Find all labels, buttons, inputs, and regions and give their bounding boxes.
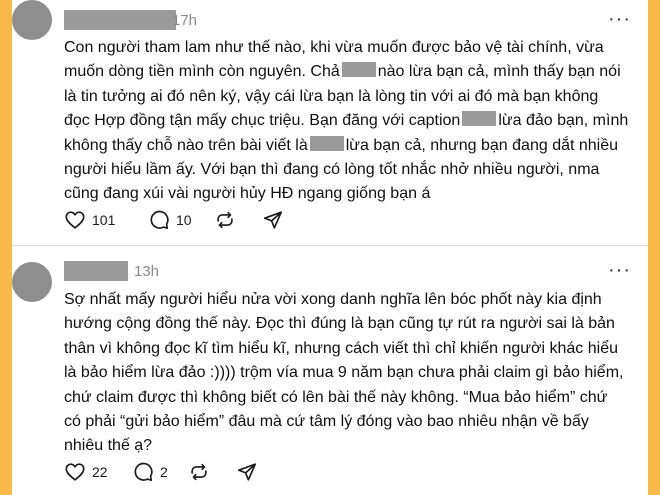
avatar[interactable] — [12, 262, 52, 302]
reply-button[interactable]: 2 — [132, 460, 168, 484]
reply-count: 2 — [160, 464, 168, 480]
text-line: nhiêu thế ạ? — [64, 437, 153, 455]
username-redacted[interactable] — [64, 261, 128, 281]
repost-icon — [217, 211, 233, 229]
post-time: 17h — [172, 12, 198, 29]
more-options-icon[interactable]: ··· — [608, 8, 631, 31]
post-time: 13h — [134, 263, 160, 280]
post-text: Con người tham lam như thế nào, khi vừa … — [64, 36, 634, 207]
heart-icon — [65, 463, 85, 481]
more-options-icon[interactable]: ··· — [608, 259, 631, 282]
repost-icon — [191, 463, 207, 481]
post-text: Sợ nhất mấy người hiểu nửa vời xong danh… — [64, 288, 634, 459]
share-button[interactable] — [262, 208, 284, 232]
text-line: cũng đang xúi vài người hủy HĐ ngang giố… — [64, 185, 431, 203]
text-line: có phải “gửi bảo hiểm” đâu mà cứ tâm lý … — [64, 413, 589, 431]
text-line: hướng cộng đồng thế này. Đọc thì đúng là… — [64, 315, 615, 333]
send-icon — [237, 463, 257, 481]
text-line: là tin tưởng ai đó nên ký, vậy cái lừa b… — [64, 87, 599, 105]
avatar[interactable] — [12, 0, 52, 40]
redacted-text — [462, 111, 497, 127]
text-line: Sợ nhất mấy người hiểu nửa vời xong danh… — [64, 291, 602, 308]
text-line: muốn dòng tiền mình còn nguyên. Chả nào l… — [64, 62, 621, 81]
text-line: thân vì không đọc kĩ tìm hiểu kĩ, nhưng … — [64, 339, 618, 357]
heart-icon — [65, 211, 85, 229]
redacted-text — [341, 62, 376, 78]
username-redacted[interactable] — [64, 10, 176, 30]
comment-icon — [150, 210, 169, 230]
text-line: Con người tham lam như thế nào, khi vừa … — [64, 39, 604, 56]
repost-button[interactable] — [188, 460, 210, 484]
like-button[interactable]: 101 — [64, 208, 115, 232]
redacted-text — [309, 135, 344, 151]
threads-feed: 17h ··· Con người tham lam như thế nào, … — [12, 0, 648, 495]
repost-button[interactable] — [214, 208, 236, 232]
share-button[interactable] — [236, 460, 258, 484]
send-icon — [263, 211, 283, 229]
text-line: người hiểu lầm ấy. Với bạn thì đang có l… — [64, 161, 600, 179]
text-line: chứ claim được thì không biết có lên bài… — [64, 388, 608, 406]
divider — [12, 245, 648, 246]
reply-button[interactable]: 10 — [148, 208, 192, 232]
comment-icon — [134, 462, 153, 482]
text-line: là bảo hiểm lừa đảo :)))) trộm vía mua 9… — [64, 364, 624, 382]
text-line: không thấy chỗ nào trên bài viết là lừa b… — [64, 135, 619, 154]
like-count: 101 — [92, 212, 116, 228]
text-line: đọc Hợp đồng tận mấy chục triệu. Bạn đăn… — [64, 111, 629, 130]
like-count: 22 — [92, 464, 108, 480]
like-button[interactable]: 22 — [64, 460, 108, 484]
reply-count: 10 — [176, 212, 192, 228]
